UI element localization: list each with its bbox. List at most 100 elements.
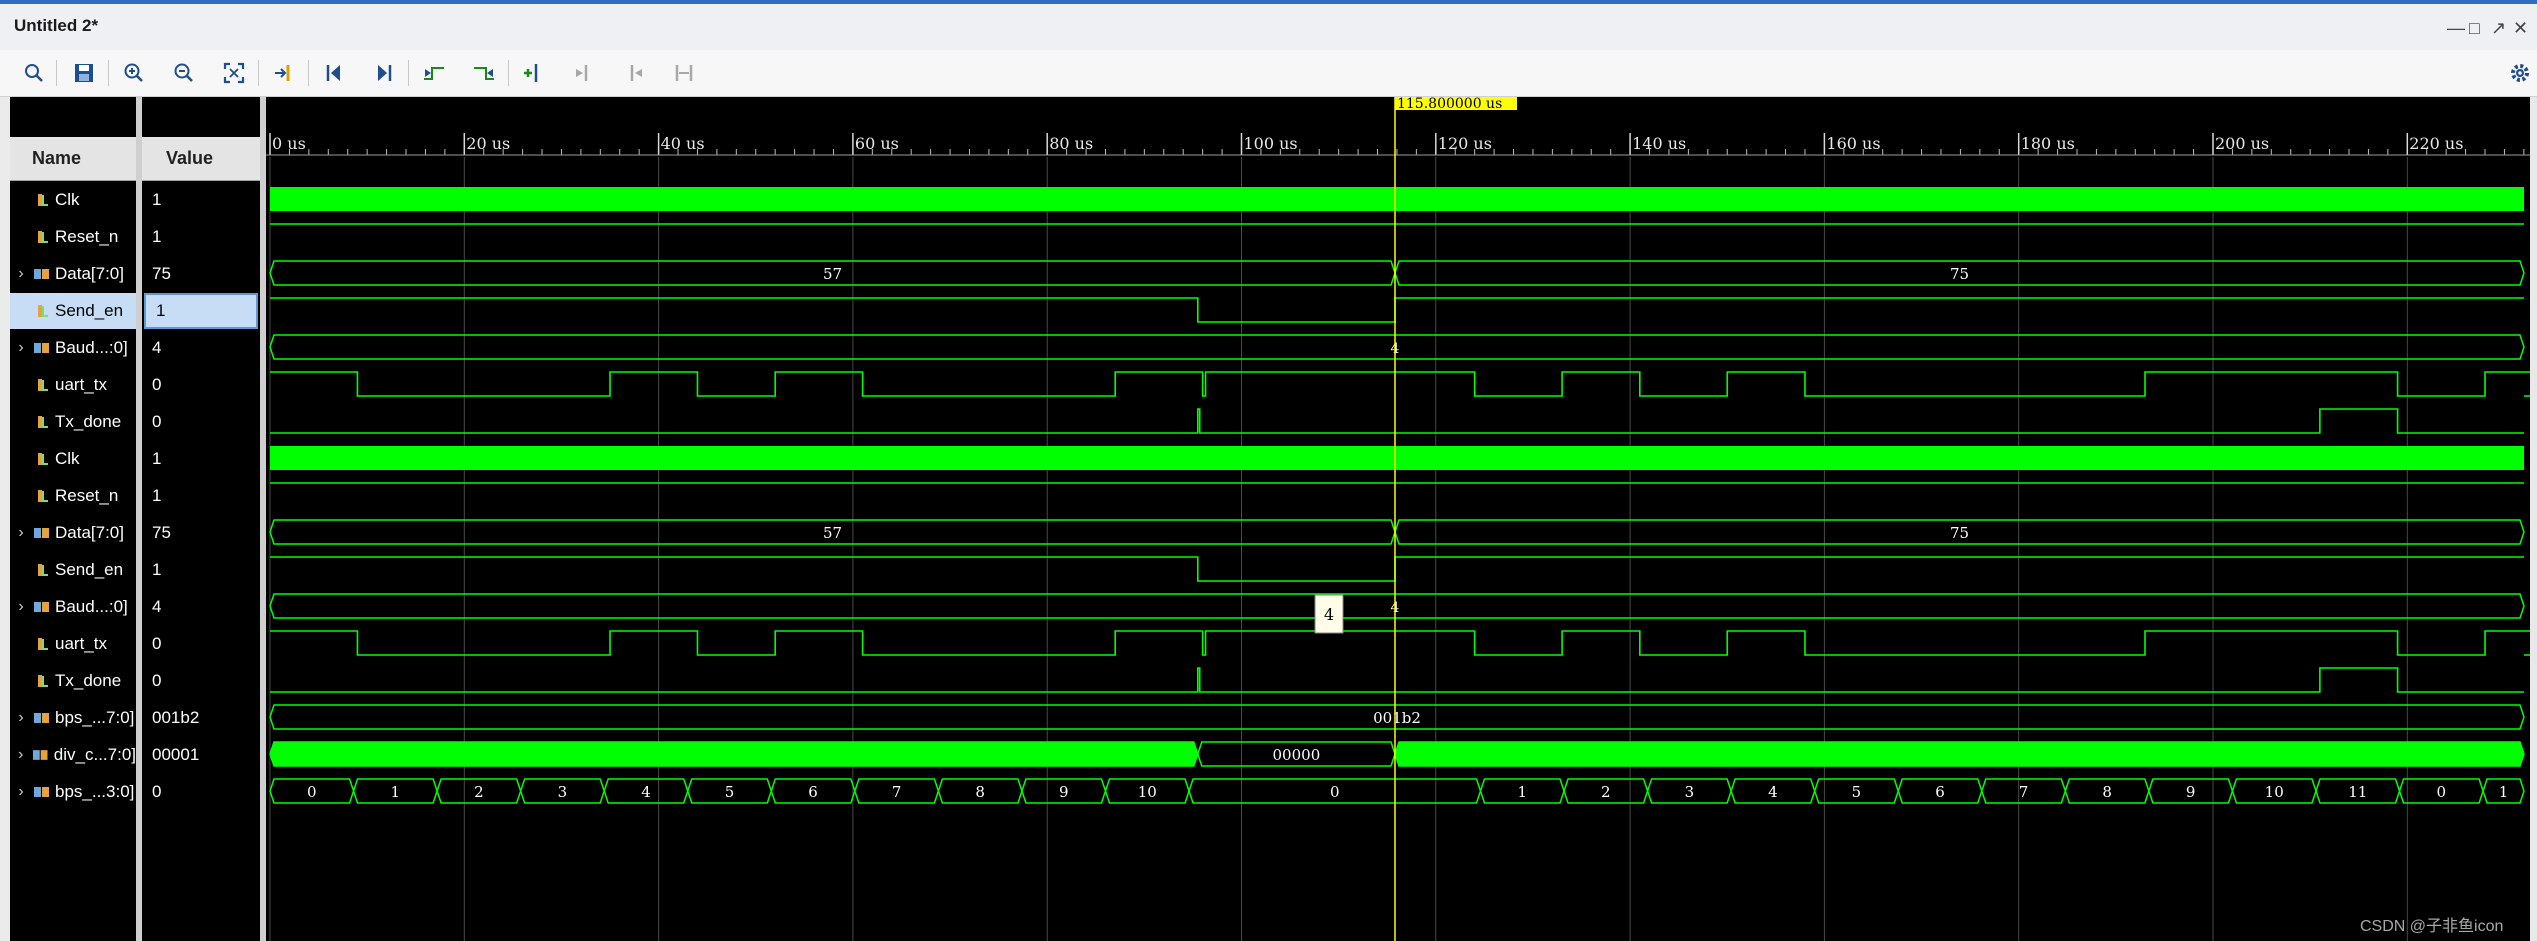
toolbar-separator: [408, 60, 409, 86]
bps-cnt-waveform-label: 3: [1685, 783, 1695, 801]
signal-name-row[interactable]: Tx_done: [10, 404, 136, 440]
gear-icon[interactable]: [2508, 61, 2532, 85]
swap-cursors-icon[interactable]: [672, 61, 696, 85]
signal-value-cell[interactable]: 75: [142, 256, 260, 292]
chevron-right-icon[interactable]: ›: [10, 709, 32, 727]
close-icon[interactable]: ✕: [2513, 18, 2528, 39]
chevron-right-icon[interactable]: ›: [10, 746, 31, 764]
signal-value-cell[interactable]: 1: [142, 478, 260, 514]
column-header-name-label: Name: [32, 148, 82, 168]
column-header-value[interactable]: Value: [142, 137, 260, 181]
restore-icon[interactable]: □: [2469, 18, 2480, 39]
signal-name-row[interactable]: Tx_done: [10, 663, 136, 699]
next-transition-icon[interactable]: [472, 61, 496, 85]
signal-value-cell[interactable]: 00001: [142, 737, 260, 773]
signal-value-cell[interactable]: 0: [142, 663, 260, 699]
signal-value-cell[interactable]: 4: [142, 589, 260, 625]
signal-value-cell[interactable]: 1: [142, 219, 260, 255]
bus-signal-icon: [34, 602, 49, 612]
value-tooltip-label: 4: [1324, 605, 1334, 624]
data-bus-waveform-label: 57: [823, 524, 842, 542]
bps-cnt-waveform-label: 1: [1517, 783, 1527, 801]
signal-name-label: Data[7:0]: [55, 523, 124, 542]
data-bus-waveform-label: 75: [1950, 524, 1969, 542]
watermark: CSDN @子非鱼icon: [2360, 918, 2504, 935]
signal-name-label: Tx_done: [55, 671, 122, 690]
signal-value-cell[interactable]: 0: [142, 774, 260, 810]
signal-name-row[interactable]: › div_c...7:0]: [10, 737, 136, 773]
signal-value-cell[interactable]: 0: [142, 626, 260, 662]
signal-name-label: Clk: [55, 190, 80, 209]
signal-name-row[interactable]: › Data[7:0]: [10, 515, 136, 551]
signal-value-cell[interactable]: 75: [142, 515, 260, 551]
chevron-right-icon[interactable]: ›: [10, 598, 32, 616]
bps-cnt-waveform-label: 10: [2265, 783, 2284, 801]
left-edge: [0, 97, 10, 941]
tx-done-waveform: [270, 408, 2524, 434]
zoom-fit-icon[interactable]: [222, 61, 246, 85]
zoom-in-icon[interactable]: [122, 61, 146, 85]
signal-name-row[interactable]: Reset_n: [10, 219, 136, 255]
window-titlebar: Untitled 2* — □ ↗ ✕: [0, 0, 2537, 50]
signal-value-cell[interactable]: 1: [144, 293, 258, 329]
toolbar-separator: [508, 60, 509, 86]
bps-cnt-waveform-label: 8: [2102, 783, 2112, 801]
save-icon[interactable]: [72, 61, 96, 85]
search-icon[interactable]: [22, 61, 46, 85]
minimize-icon[interactable]: —: [2447, 18, 2465, 39]
signal-name-row[interactable]: Clk: [10, 441, 136, 477]
signal-name-row[interactable]: Clk: [10, 182, 136, 218]
signal-name-label: bps_...3:0]: [55, 782, 135, 801]
bps-cnt-waveform-label: 11: [2348, 783, 2367, 801]
signal-name-row[interactable]: uart_tx: [10, 367, 136, 403]
clk-waveform: [270, 446, 2524, 470]
time-tick-label: 60 us: [855, 134, 899, 153]
chevron-right-icon[interactable]: ›: [10, 339, 32, 357]
signal-name-row[interactable]: Send_en: [10, 552, 136, 588]
time-tick-label: 100 us: [1244, 134, 1298, 153]
signal-value-cell[interactable]: 1: [142, 182, 260, 218]
go-to-time-zero-icon[interactable]: [322, 61, 346, 85]
bus-signal-icon: [34, 787, 49, 797]
time-tick-label: 140 us: [1632, 134, 1686, 153]
time-tick-label: 180 us: [2021, 134, 2075, 153]
signal-name-row[interactable]: › Data[7:0]: [10, 256, 136, 292]
data-bus-waveform-label: 57: [823, 265, 842, 283]
signal-name-row[interactable]: › bps_...7:0]: [10, 700, 136, 736]
signal-name-row[interactable]: Send_en: [10, 293, 136, 329]
signal-name-label: Send_en: [55, 560, 124, 579]
column-header-name[interactable]: Name: [10, 137, 136, 181]
popout-icon[interactable]: ↗: [2491, 18, 2506, 39]
data-bus-waveform-label: 75: [1950, 265, 1969, 283]
chevron-right-icon[interactable]: ›: [10, 524, 32, 542]
bit-signal-icon: [38, 490, 48, 502]
bps-cnt-waveform-label: 3: [558, 783, 568, 801]
add-marker-icon[interactable]: [522, 61, 546, 85]
signal-name-label: Data[7:0]: [55, 264, 124, 283]
signal-name-row[interactable]: uart_tx: [10, 626, 136, 662]
signal-name-label: Clk: [55, 449, 80, 468]
signal-value-cell[interactable]: 1: [142, 441, 260, 477]
next-marker-icon[interactable]: [622, 61, 646, 85]
zoom-out-icon[interactable]: [172, 61, 196, 85]
waveform-canvas[interactable]: 0 us 20 us 40 us 60 us 80 us 100 us 120 us 140 …: [266, 97, 2530, 941]
chevron-right-icon[interactable]: ›: [10, 265, 32, 283]
signal-name-row[interactable]: › Baud...:0]: [10, 330, 136, 366]
signal-value-cell[interactable]: 0: [142, 367, 260, 403]
go-to-last-time-icon[interactable]: [372, 61, 396, 85]
vertical-scrollbar[interactable]: [2530, 97, 2537, 941]
bps-cnt-waveform-label: 7: [892, 783, 902, 801]
signal-value-cell[interactable]: 1: [142, 552, 260, 588]
signal-name-row[interactable]: › Baud...:0]: [10, 589, 136, 625]
previous-marker-icon[interactable]: [572, 61, 596, 85]
time-tick-label: 120 us: [1438, 134, 1492, 153]
previous-transition-icon[interactable]: [422, 61, 446, 85]
signal-value-cell[interactable]: 0: [142, 404, 260, 440]
signal-name-row[interactable]: › bps_...3:0]: [10, 774, 136, 810]
signal-value-cell[interactable]: 001b2: [142, 700, 260, 736]
go-to-cursor-icon[interactable]: [272, 61, 296, 85]
signal-value-cell[interactable]: 4: [142, 330, 260, 366]
bit-signal-icon: [38, 453, 48, 465]
signal-name-row[interactable]: Reset_n: [10, 478, 136, 514]
chevron-right-icon[interactable]: ›: [10, 783, 32, 801]
